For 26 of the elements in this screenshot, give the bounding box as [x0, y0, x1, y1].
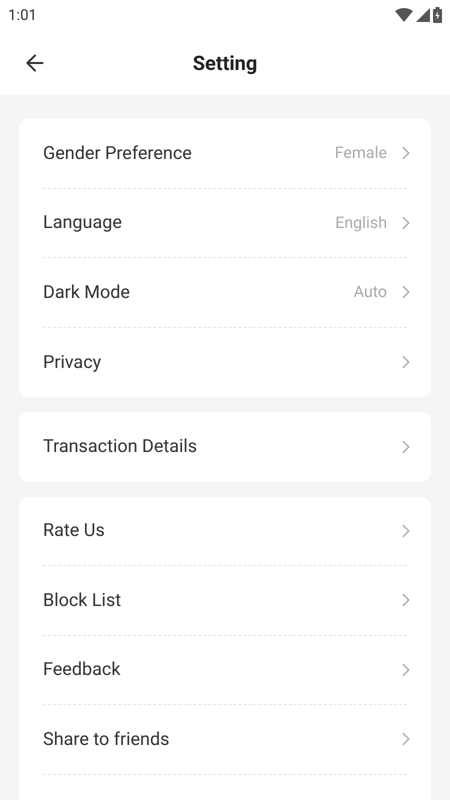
- row-value: Auto: [354, 281, 387, 304]
- row-label: Rate Us: [43, 519, 106, 544]
- settings-row[interactable]: Share to friends: [43, 705, 407, 774]
- row-label: Feedback: [43, 658, 122, 682]
- settings-row[interactable]: Dark Mode Auto: [43, 258, 407, 328]
- signal-icon: [416, 8, 430, 22]
- settings-row[interactable]: Privacy: [43, 328, 407, 397]
- status-time: 1:01: [8, 4, 37, 26]
- settings-row[interactable]: Language English: [43, 188, 407, 258]
- row-label: Block List: [43, 588, 122, 613]
- wifi-icon: [395, 8, 413, 22]
- row-label: Gender Preference: [43, 142, 193, 166]
- row-label: Transaction Details: [43, 435, 198, 460]
- settings-row[interactable]: Block List: [43, 566, 407, 636]
- battery-icon: [433, 7, 442, 23]
- page-title: Setting: [192, 50, 258, 76]
- settings-row[interactable]: Feedback: [43, 636, 407, 705]
- row-label: Share to friends: [43, 728, 170, 752]
- settings-row[interactable]: Gender Preference Female: [43, 119, 407, 188]
- row-value: Female: [334, 142, 387, 164]
- row-label: Privacy: [43, 350, 102, 375]
- settings-row[interactable]: Transaction Details: [43, 412, 407, 482]
- row-value: English: [335, 212, 387, 234]
- settings-row[interactable]: Rate Us: [43, 496, 407, 566]
- row-label: Language: [43, 211, 123, 236]
- row-label: Dark Mode: [43, 280, 131, 305]
